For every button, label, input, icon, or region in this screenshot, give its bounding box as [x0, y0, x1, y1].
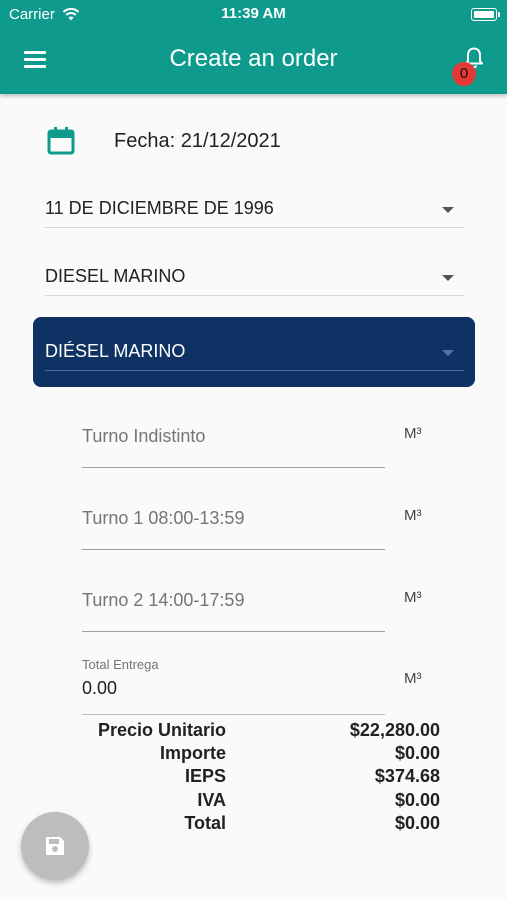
- summary-value: $22,280.00: [349, 720, 440, 740]
- summary-row-unit-price: Precio Unitario $22,280.00: [60, 720, 440, 743]
- calendar-icon[interactable]: [46, 126, 76, 156]
- total-delivery-value: 0.00: [82, 678, 118, 698]
- delivery-date-dropdown[interactable]: 11 DE DICIEMBRE DE 1996: [45, 194, 464, 228]
- shift-2-unit: M³: [404, 589, 422, 606]
- summary-row-total: Total $0.00: [60, 813, 440, 836]
- summary-value: $0.00: [394, 812, 440, 833]
- summary-label: Importe: [159, 743, 226, 764]
- summary-label: Precio Unitario: [97, 720, 226, 740]
- save-button[interactable]: [21, 812, 89, 880]
- shift-any-unit: M³: [404, 425, 422, 442]
- product-value: DIESEL MARINO: [45, 266, 186, 286]
- chevron-down-icon: [442, 275, 454, 281]
- total-delivery-unit: M³: [404, 670, 422, 687]
- summary-value: $374.68: [374, 766, 440, 787]
- total-delivery-label: Total Entrega: [82, 657, 159, 672]
- product-dropdown[interactable]: DIESEL MARINO: [45, 262, 464, 296]
- shift-any-input[interactable]: Turno Indistinto: [82, 420, 385, 468]
- shift-2-placeholder: Turno 2 14:00-17:59: [82, 590, 245, 610]
- total-delivery-field: Total Entrega 0.00: [82, 654, 385, 715]
- shift-any-placeholder: Turno Indistinto: [82, 426, 206, 446]
- chevron-down-icon: [442, 207, 454, 213]
- shift-2-input[interactable]: Turno 2 14:00-17:59: [82, 584, 385, 632]
- product-variant-value: DIÉSEL MARINO: [45, 341, 186, 361]
- price-summary: Precio Unitario $22,280.00 Importe $0.00…: [60, 720, 440, 836]
- summary-value: $0.00: [394, 789, 440, 810]
- battery-icon: [471, 8, 500, 21]
- summary-label: IEPS: [184, 766, 226, 787]
- delivery-date-value: 11 DE DICIEMBRE DE 1996: [45, 198, 274, 218]
- product-variant-dropdown[interactable]: DIÉSEL MARINO: [45, 337, 464, 371]
- summary-row-ieps: IEPS $374.68: [60, 766, 440, 789]
- summary-row-importe: Importe $0.00: [60, 743, 440, 766]
- summary-label: IVA: [197, 789, 226, 810]
- save-icon: [46, 837, 64, 855]
- status-bar: Carrier 11:39 AM: [0, 0, 507, 28]
- summary-row-iva: IVA $0.00: [60, 790, 440, 813]
- chevron-down-icon: [442, 350, 454, 356]
- summary-value: $0.00: [394, 743, 440, 764]
- status-time: 11:39 AM: [221, 5, 286, 22]
- shift-1-unit: M³: [404, 507, 422, 524]
- shift-1-input[interactable]: Turno 1 08:00-13:59: [82, 502, 385, 550]
- notification-count-badge: 0: [452, 62, 476, 86]
- notifications-button[interactable]: 0: [452, 44, 490, 86]
- shift-1-placeholder: Turno 1 08:00-13:59: [82, 508, 245, 528]
- app-bar: Carrier 11:39 AM Create an order 0: [0, 0, 507, 94]
- summary-label: Total: [184, 812, 226, 833]
- order-date-row: Fecha: 21/12/2021: [44, 122, 464, 162]
- selected-product-card: DIÉSEL MARINO: [33, 317, 475, 387]
- order-date-label: Fecha: 21/12/2021: [114, 130, 281, 152]
- page-title: Create an order: [169, 45, 338, 72]
